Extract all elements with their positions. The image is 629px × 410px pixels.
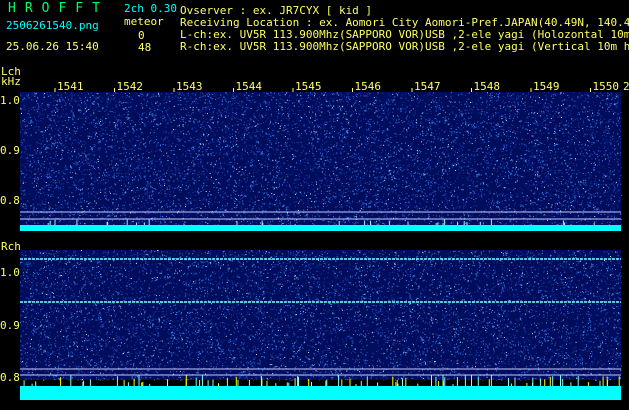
spectrogram [20,88,622,400]
time-tick-label: 1546 [354,80,382,93]
time-tick-label: 1542 [116,80,144,93]
rch-ytick-label: 0.8 [0,371,20,384]
time-tick-label: 1543 [176,80,203,93]
time-tick-label: 2 [623,80,629,93]
rch-level-bar [20,386,621,400]
time-tick-label: 1548 [473,80,501,93]
hrofft-window: HROFFT 2ch 0.30 2506261540.png meteor 0 … [0,0,629,410]
rch-ytick-label: 0.9 [0,319,20,332]
lch-ytick-label: 0.9 [0,144,20,157]
lch-panel [20,92,621,225]
time-tick-label: 1549 [533,80,560,93]
time-tick-label: 1547 [414,80,441,93]
lch-ytick-label: 0.8 [0,194,20,207]
time-tick-label: 1541 [57,80,84,93]
rch-panel [20,250,621,380]
lch-level-bar [20,225,621,231]
rch-ytick-label: 1.0 [0,266,20,279]
time-tick-label: 1544 [235,80,263,93]
time-tick-label: 1545 [295,80,322,93]
lch-ytick-label: 1.0 [0,94,20,107]
time-tick-label: 1550 [592,80,620,93]
